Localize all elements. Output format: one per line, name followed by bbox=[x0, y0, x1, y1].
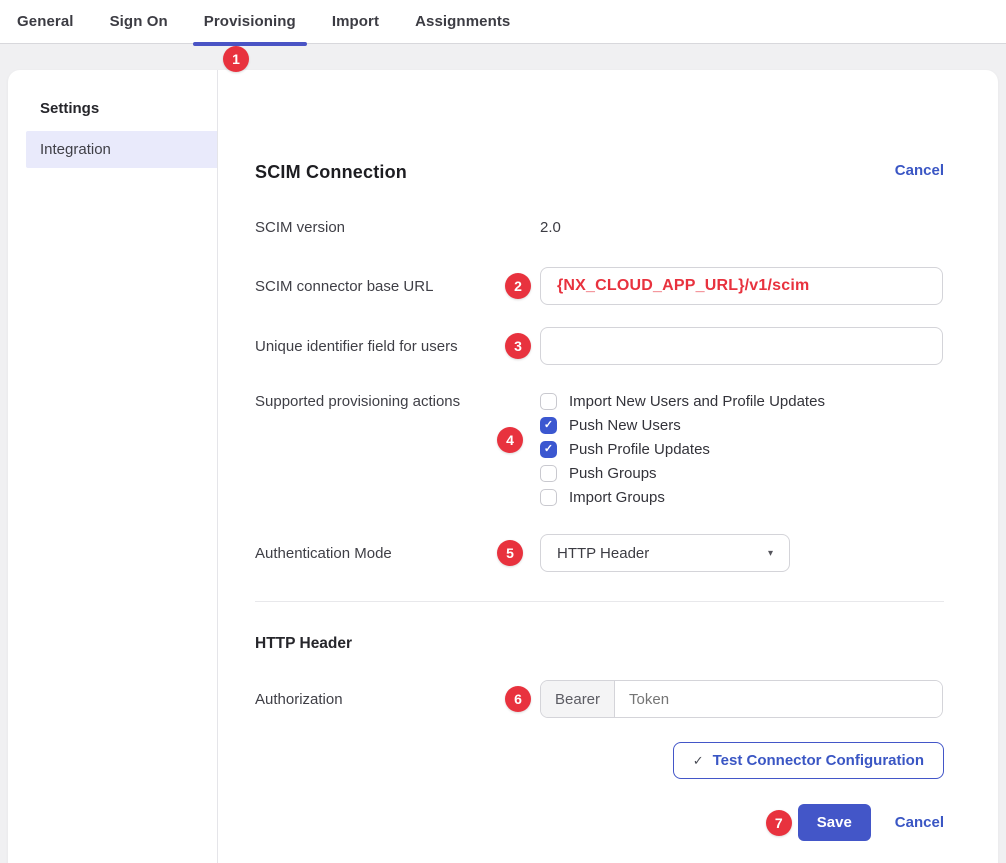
tab-assignments[interactable]: Assignments bbox=[415, 0, 510, 44]
step-5-badge: 5 bbox=[497, 540, 523, 566]
authorization-input-group: Bearer bbox=[540, 680, 943, 718]
bearer-prefix: Bearer bbox=[541, 681, 615, 717]
token-input[interactable] bbox=[615, 681, 942, 717]
cancel-link-bottom[interactable]: Cancel bbox=[895, 814, 944, 831]
authorization-label: Authorization bbox=[255, 691, 540, 708]
section-divider bbox=[255, 601, 944, 602]
step-1-badge: 1 bbox=[223, 46, 249, 72]
scim-version-label: SCIM version bbox=[255, 219, 540, 236]
unique-id-input[interactable] bbox=[540, 327, 943, 365]
auth-mode-selected-value: HTTP Header bbox=[557, 545, 649, 562]
auth-mode-select[interactable]: HTTP Header ▾ bbox=[540, 534, 790, 572]
checkbox-icon[interactable]: ✓ bbox=[540, 441, 557, 458]
tab-general[interactable]: General bbox=[17, 0, 74, 44]
checkbox-icon[interactable]: ✓ bbox=[540, 489, 557, 506]
sidebar-heading: Settings bbox=[40, 100, 217, 117]
checkbox-import-new-users[interactable]: ✓ Import New Users and Profile Updates bbox=[540, 393, 825, 409]
checkbox-push-groups[interactable]: ✓ Push Groups bbox=[540, 465, 825, 481]
test-connector-row: ✓ Test Connector Configuration bbox=[255, 742, 944, 779]
checkbox-import-groups[interactable]: ✓ Import Groups bbox=[540, 489, 825, 505]
checkbox-icon[interactable]: ✓ bbox=[540, 393, 557, 410]
unique-id-label: Unique identifier field for users bbox=[255, 338, 540, 355]
app-tabbar: General Sign On Provisioning Import Assi… bbox=[0, 0, 1006, 44]
step-3-badge: 3 bbox=[505, 333, 531, 359]
base-url-label: SCIM connector base URL bbox=[255, 278, 540, 295]
checkbox-push-profile-updates[interactable]: ✓ Push Profile Updates bbox=[540, 441, 825, 457]
base-url-input[interactable] bbox=[540, 267, 943, 305]
tab-provisioning[interactable]: Provisioning bbox=[204, 0, 296, 44]
save-button[interactable]: Save bbox=[798, 804, 871, 841]
auth-mode-row: Authentication Mode 5 HTTP Header ▾ bbox=[255, 534, 944, 572]
provisioning-actions-label: Supported provisioning actions bbox=[255, 393, 540, 513]
step-7-badge: 7 bbox=[766, 810, 792, 836]
checkbox-push-new-users[interactable]: ✓ Push New Users bbox=[540, 417, 825, 433]
provisioning-card: Settings Integration SCIM Connection Can… bbox=[8, 70, 998, 863]
scim-version-row: SCIM version 2.0 bbox=[255, 219, 944, 236]
check-icon: ✓ bbox=[693, 753, 704, 769]
tab-import[interactable]: Import bbox=[332, 0, 379, 44]
provisioning-actions-row: Supported provisioning actions 4 ✓ Impor… bbox=[255, 393, 944, 513]
scim-connection-panel: SCIM Connection Cancel SCIM version 2.0 … bbox=[218, 70, 998, 863]
checkbox-icon[interactable]: ✓ bbox=[540, 417, 557, 434]
step-2-badge: 2 bbox=[505, 273, 531, 299]
scim-version-value: 2.0 bbox=[540, 219, 561, 236]
step-6-badge: 6 bbox=[505, 686, 531, 712]
base-url-row: SCIM connector base URL 2 bbox=[255, 267, 944, 305]
sidebar-item-integration[interactable]: Integration bbox=[26, 131, 217, 168]
tab-sign-on[interactable]: Sign On bbox=[110, 0, 168, 44]
test-connector-button[interactable]: ✓ Test Connector Configuration bbox=[673, 742, 944, 779]
step-4-badge: 4 bbox=[497, 427, 523, 453]
unique-id-row: Unique identifier field for users 3 bbox=[255, 327, 944, 365]
authorization-row: Authorization 6 Bearer bbox=[255, 680, 944, 718]
page-title: SCIM Connection bbox=[255, 162, 407, 183]
form-footer: 7 Save Cancel bbox=[255, 804, 944, 841]
settings-sidebar: Settings Integration bbox=[8, 70, 218, 863]
http-header-heading: HTTP Header bbox=[255, 635, 944, 653]
chevron-down-icon: ▾ bbox=[768, 548, 773, 559]
cancel-link-top[interactable]: Cancel bbox=[895, 162, 944, 179]
checkbox-icon[interactable]: ✓ bbox=[540, 465, 557, 482]
